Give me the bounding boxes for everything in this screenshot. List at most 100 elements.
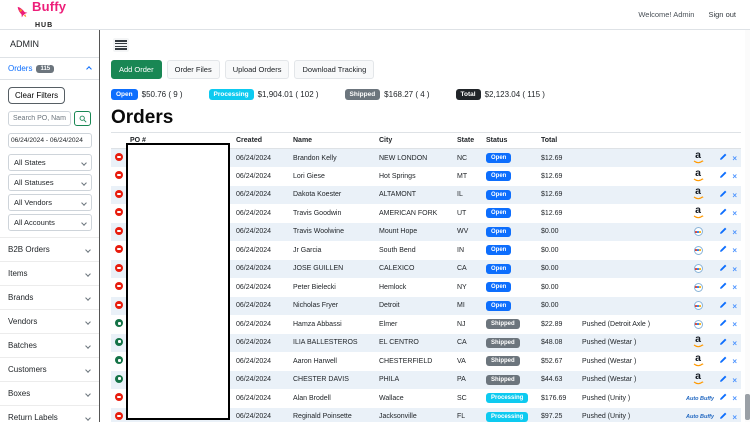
search-button[interactable] [74, 111, 91, 126]
sign-out-link[interactable]: Sign out [708, 10, 736, 19]
amazon-icon: a [693, 334, 704, 349]
vendor-icon-cell [682, 260, 714, 279]
order-state-dot-icon [115, 263, 123, 272]
cell-total: $22.89 [541, 320, 563, 328]
status-badge: Shipped [486, 356, 520, 367]
add-order-button[interactable]: Add Order [111, 60, 162, 79]
delete-order-icon[interactable]: × [732, 209, 737, 218]
amazon-icon: a [693, 353, 704, 368]
cell-city: EL CENTRO [379, 339, 419, 347]
status-badge: Open [486, 300, 512, 311]
chevron-down-icon [81, 159, 87, 166]
search-input[interactable] [8, 111, 71, 126]
cell-created: 06/24/2024 [236, 246, 272, 254]
round-marketplace-icon [693, 282, 703, 292]
edit-order-icon[interactable] [719, 301, 727, 311]
cell-created: 06/24/2024 [236, 413, 272, 421]
cell-created: 06/24/2024 [236, 228, 272, 236]
sidebar-item-brands[interactable]: Brands [0, 285, 99, 309]
brand-logo[interactable]: Buffy HUB [14, 0, 66, 31]
edit-order-icon[interactable] [719, 208, 727, 218]
round-marketplace-icon [693, 245, 703, 255]
vertical-scrollbar[interactable] [745, 30, 750, 422]
amazon-icon: a [693, 205, 704, 220]
delete-order-icon[interactable]: × [732, 246, 737, 255]
cell-pushed [578, 223, 682, 242]
edit-order-icon[interactable] [719, 190, 727, 200]
cell-state: MT [457, 172, 468, 180]
cell-total: $0.00 [541, 283, 559, 291]
order-state-dot-icon [115, 208, 123, 217]
delete-order-icon[interactable]: × [732, 302, 737, 311]
edit-order-icon[interactable] [719, 356, 727, 366]
cell-pushed [578, 204, 682, 223]
delete-order-icon[interactable]: × [732, 339, 737, 348]
sidebar-item-label: B2B Orders [8, 245, 50, 254]
orders-toolbar: Add Order Order Files Upload Orders Down… [111, 60, 746, 79]
download-tracking-button[interactable]: Download Tracking [294, 60, 375, 79]
cell-name: Reginald Poinsette [293, 413, 352, 421]
sidebar-item-items[interactable]: Items [0, 261, 99, 285]
menu-toggle-icon[interactable] [113, 38, 129, 52]
upload-orders-button[interactable]: Upload Orders [224, 60, 290, 79]
sidebar-item-orders[interactable]: Orders 115 [0, 57, 99, 80]
chevron-down-icon [81, 199, 87, 206]
filter-select-all-accounts[interactable]: All Accounts [8, 214, 92, 231]
order-state-dot-icon [115, 393, 123, 402]
order-files-button[interactable]: Order Files [166, 60, 220, 79]
delete-order-icon[interactable]: × [732, 413, 737, 422]
cell-city: CALEXICO [379, 265, 415, 273]
vendor-icon-cell: Auto Buffy [682, 389, 714, 408]
edit-order-icon[interactable] [719, 264, 727, 274]
scrollbar-thumb[interactable] [745, 394, 750, 420]
edit-order-icon[interactable] [719, 412, 727, 422]
edit-order-icon[interactable] [719, 338, 727, 348]
cell-created: 06/24/2024 [236, 209, 272, 217]
delete-order-icon[interactable]: × [732, 265, 737, 274]
cell-state: MI [457, 302, 465, 310]
cell-name: Nicholas Fryer [293, 302, 339, 310]
date-range-input[interactable] [8, 133, 92, 148]
cell-total: $12.69 [541, 209, 563, 217]
delete-order-icon[interactable]: × [732, 154, 737, 163]
sidebar-item-customers[interactable]: Customers [0, 357, 99, 381]
edit-order-icon[interactable] [719, 227, 727, 237]
delete-order-icon[interactable]: × [732, 357, 737, 366]
cell-city: AMERICAN FORK [379, 209, 438, 217]
delete-order-icon[interactable]: × [732, 320, 737, 329]
sidebar-item-b2b-orders[interactable]: B2B Orders [0, 237, 99, 261]
cell-name: JOSE GUILLEN [293, 265, 344, 273]
brand-subname: HUB [35, 21, 54, 29]
filter-select-all-states[interactable]: All States [8, 154, 92, 171]
edit-order-icon[interactable] [719, 153, 727, 163]
delete-order-icon[interactable]: × [732, 283, 737, 292]
edit-order-icon[interactable] [719, 319, 727, 329]
cell-name: Travis Goodwin [293, 209, 342, 217]
brand-name: Buffy [32, 0, 67, 14]
cell-name: Brandon Kelly [293, 154, 337, 162]
edit-order-icon[interactable] [719, 375, 727, 385]
clear-filters-button[interactable]: Clear Filters [8, 87, 66, 104]
sidebar-item-boxes[interactable]: Boxes [0, 381, 99, 405]
edit-order-icon[interactable] [719, 171, 727, 181]
delete-order-icon[interactable]: × [732, 394, 737, 403]
delete-order-icon[interactable]: × [732, 228, 737, 237]
col-status: Status [482, 132, 537, 149]
stat-amount: $2,123.04 ( 115 ) [484, 90, 545, 99]
delete-order-icon[interactable]: × [732, 376, 737, 385]
cell-city: Hot Springs [379, 172, 416, 180]
sidebar-item-batches[interactable]: Batches [0, 333, 99, 357]
col-total: Total [537, 132, 578, 149]
autobuffy-logo-icon: Auto Buffy [686, 395, 714, 402]
filter-select-all-statuses[interactable]: All Statuses [8, 174, 92, 191]
sidebar-item-vendors[interactable]: Vendors [0, 309, 99, 333]
edit-order-icon[interactable] [719, 282, 727, 292]
orders-count-badge: 115 [36, 64, 55, 73]
edit-order-icon[interactable] [719, 393, 727, 403]
filter-select-all-vendors[interactable]: All Vendors [8, 194, 92, 211]
sidebar-item-return-labels[interactable]: Return Labels [0, 405, 99, 422]
edit-order-icon[interactable] [719, 245, 727, 255]
delete-order-icon[interactable]: × [732, 172, 737, 181]
delete-order-icon[interactable]: × [732, 191, 737, 200]
amazon-icon: a [693, 371, 704, 386]
